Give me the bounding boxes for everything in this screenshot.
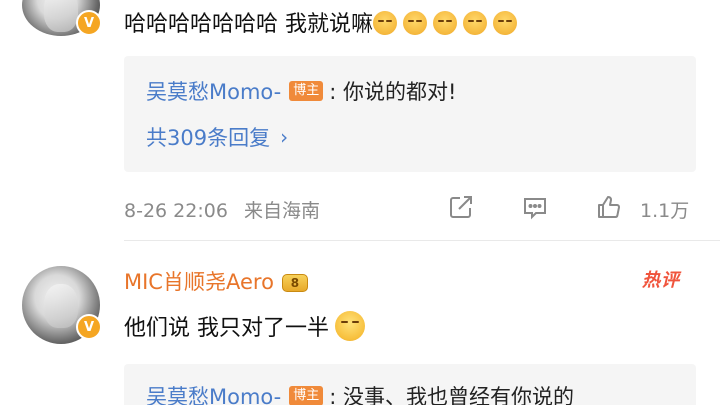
username-text: MIC肖顺尧Aero <box>124 270 274 294</box>
comment-icon <box>524 198 546 220</box>
smile-emoji-icon <box>493 11 517 35</box>
reply-author-name[interactable]: 吴莫愁Momo- <box>146 381 281 405</box>
reply-body-text: : 你说的都对! <box>329 80 457 104</box>
comment-text: 他们说 我只对了一半 <box>124 310 371 342</box>
reply-preview-box[interactable]: 吴莫愁Momo- 博主 : 你说的都对! 共309条回复 › <box>124 56 696 172</box>
smile-emoji-icon <box>433 11 457 35</box>
blogger-badge: 博主 <box>289 386 324 405</box>
comment-meta: 8-26 22:06 来自海南 <box>124 196 330 223</box>
share-icon <box>450 196 472 218</box>
view-replies-link[interactable]: 共309条回复 › <box>146 122 288 152</box>
comment-username[interactable]: MIC肖顺尧Aero 8 <box>124 266 310 296</box>
like-count: 1.1万 <box>640 200 690 222</box>
smile-emoji-icon <box>373 11 397 35</box>
comment-time: 8-26 22:06 <box>124 200 228 222</box>
reply-preview-line: 吴莫愁Momo- 博主 : 你说的都对! <box>146 76 456 106</box>
smile-emoji-icon <box>463 11 487 35</box>
blogger-badge: 博主 <box>289 81 324 101</box>
reply-preview-line: 吴莫愁Momo- 博主 : 没事、我也曾经有你说的 <box>146 381 574 405</box>
comment-text: 哈哈哈哈哈哈哈 我就说嘛 <box>124 6 523 38</box>
chevron-right-icon: › <box>280 125 289 149</box>
thumbs-up-icon <box>598 196 620 218</box>
reply-preview-box[interactable]: 吴莫愁Momo- 博主 : 没事、我也曾经有你说的 <box>124 364 696 405</box>
comment-button[interactable] <box>518 190 552 224</box>
hot-comment-badge: 热评 <box>642 270 680 291</box>
reply-count-text: 共309条回复 <box>146 126 271 150</box>
verified-v-icon: V <box>76 314 102 340</box>
verified-v-icon: V <box>76 10 102 36</box>
fan-level-badge-icon: 8 <box>280 268 310 294</box>
laugh-emoji-icon <box>335 311 365 341</box>
like-button[interactable] <box>592 190 626 224</box>
smile-emoji-icon <box>403 11 427 35</box>
share-button[interactable] <box>444 190 478 224</box>
reply-author-name[interactable]: 吴莫愁Momo- <box>146 76 281 106</box>
comment-source: 来自海南 <box>243 200 320 222</box>
divider <box>124 240 720 241</box>
reply-body-text: : 没事、我也曾经有你说的 <box>329 385 575 405</box>
